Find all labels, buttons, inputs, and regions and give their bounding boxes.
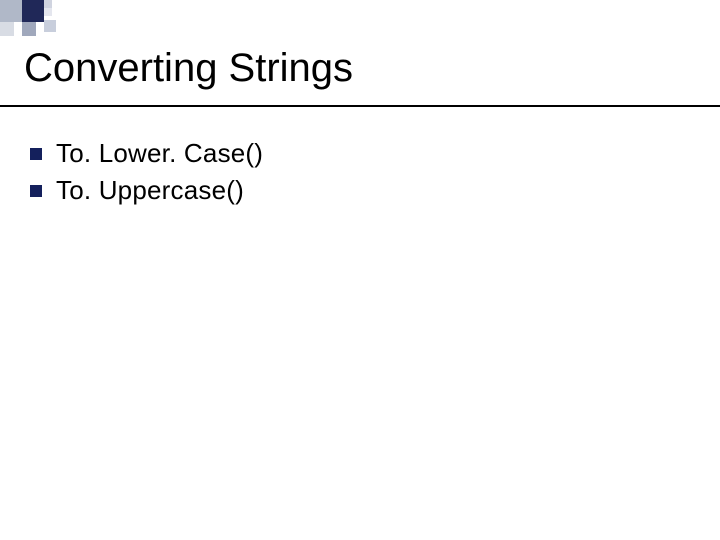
deco-square xyxy=(0,22,14,36)
deco-square xyxy=(22,0,44,22)
deco-square xyxy=(44,0,52,8)
deco-square xyxy=(22,22,36,36)
bullet-text: To. Lower. Case() xyxy=(56,138,263,169)
slide-title: Converting Strings xyxy=(24,46,696,105)
title-underline xyxy=(0,105,720,107)
deco-square xyxy=(44,8,52,16)
bullet-text: To. Uppercase() xyxy=(56,175,244,206)
list-item: To. Uppercase() xyxy=(30,175,690,206)
bullet-square-icon xyxy=(30,185,42,197)
content-area: To. Lower. Case() To. Uppercase() xyxy=(30,138,690,212)
deco-square xyxy=(44,20,56,32)
bullet-square-icon xyxy=(30,148,42,160)
corner-decoration xyxy=(0,0,110,38)
list-item: To. Lower. Case() xyxy=(30,138,690,169)
deco-square xyxy=(0,0,22,22)
title-area: Converting Strings xyxy=(24,46,696,105)
